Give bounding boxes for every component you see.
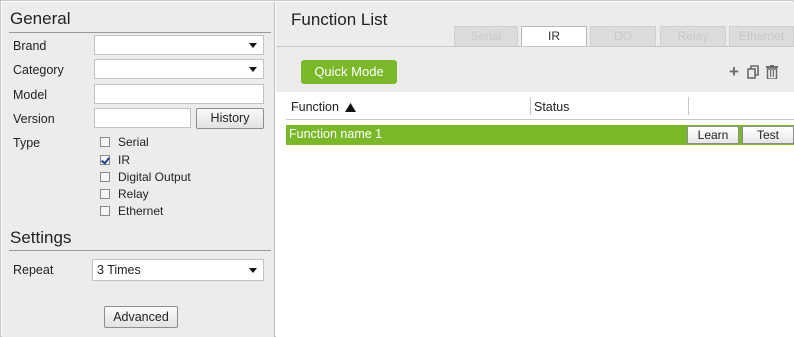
tab-ethernet[interactable]: Ethernet: [729, 26, 794, 46]
status-column-header[interactable]: Status: [534, 100, 569, 114]
function-list-header: Function List Serial IR DO Relay Etherne…: [276, 2, 794, 47]
window: General Brand Category Model Version His…: [0, 0, 794, 337]
learn-button[interactable]: Learn: [687, 126, 739, 144]
type-option-ethernet[interactable]: Ethernet: [100, 204, 163, 218]
function-column-header[interactable]: Function: [291, 100, 357, 114]
function-toolbar: Quick Mode +: [276, 46, 794, 93]
function-column-label: Function: [291, 100, 339, 114]
serial-checkbox[interactable]: [100, 137, 110, 147]
plus-icon[interactable]: +: [729, 63, 739, 80]
general-title: General: [10, 9, 71, 28]
quick-mode-button[interactable]: Quick Mode: [301, 60, 397, 84]
ethernet-checkbox-label: Ethernet: [118, 204, 164, 218]
type-option-ir[interactable]: IR: [100, 153, 130, 167]
repeat-value: 3 Times: [97, 263, 141, 277]
ethernet-checkbox[interactable]: [100, 206, 110, 216]
serial-checkbox-label: Serial: [118, 135, 149, 149]
digital-output-checkbox[interactable]: [100, 172, 110, 182]
tab-ir[interactable]: IR: [521, 26, 587, 47]
general-divider: [9, 32, 271, 33]
category-select[interactable]: [94, 59, 264, 79]
settings-title: Settings: [10, 228, 72, 247]
header-divider: [286, 119, 794, 120]
tab-serial[interactable]: Serial: [454, 26, 518, 46]
function-name-cell: Function name 1: [289, 127, 383, 141]
table-row[interactable]: Function name 1 Learn Test: [286, 125, 794, 145]
category-label: Category: [13, 63, 64, 77]
chevron-down-icon: [249, 268, 257, 273]
version-input[interactable]: [94, 108, 191, 128]
model-label: Model: [13, 88, 48, 102]
type-option-relay[interactable]: Relay: [100, 187, 149, 201]
function-table: Function Status Function name 1 Learn Te…: [276, 92, 794, 337]
function-list-title: Function List: [291, 10, 388, 29]
type-option-digital-output[interactable]: Digital Output: [100, 170, 191, 184]
chevron-down-icon: [249, 43, 257, 48]
test-button[interactable]: Test: [742, 126, 794, 144]
repeat-select[interactable]: 3 Times: [92, 259, 264, 281]
relay-checkbox[interactable]: [100, 189, 110, 199]
ir-checkbox[interactable]: [100, 155, 110, 165]
type-option-serial[interactable]: Serial: [100, 135, 149, 149]
relay-checkbox-label: Relay: [118, 187, 149, 201]
left-panel: General Brand Category Model Version His…: [2, 2, 275, 337]
model-input[interactable]: [94, 84, 264, 104]
settings-divider: [9, 250, 271, 251]
trash-icon[interactable]: [766, 65, 778, 82]
history-button[interactable]: History: [196, 108, 264, 129]
brand-select[interactable]: [94, 35, 264, 55]
tab-do[interactable]: DO: [590, 26, 656, 46]
column-divider: [530, 97, 531, 115]
sort-up-icon: [345, 103, 357, 112]
digital-output-checkbox-label: Digital Output: [118, 170, 191, 184]
chevron-down-icon: [249, 67, 257, 72]
tab-relay[interactable]: Relay: [660, 26, 726, 46]
copy-icon[interactable]: [747, 65, 760, 82]
advanced-button[interactable]: Advanced: [104, 306, 178, 328]
version-label: Version: [13, 112, 55, 126]
repeat-label: Repeat: [13, 263, 54, 277]
column-divider: [688, 97, 689, 115]
ir-checkbox-label: IR: [118, 153, 130, 167]
type-label: Type: [13, 136, 41, 150]
brand-label: Brand: [13, 39, 47, 53]
